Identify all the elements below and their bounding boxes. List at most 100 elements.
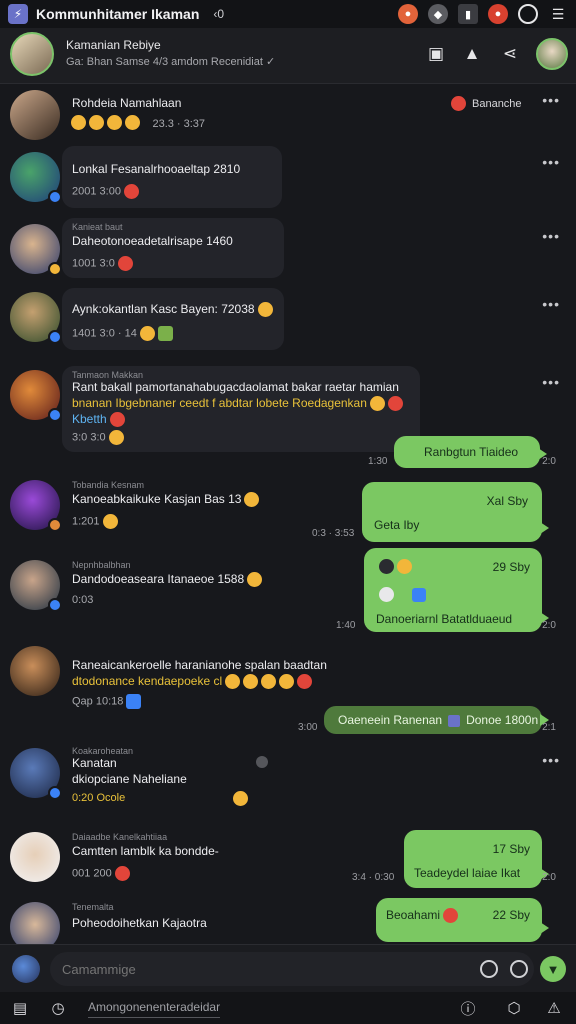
avatar[interactable] [10, 292, 62, 344]
tomato-icon[interactable]: ● [398, 4, 418, 24]
more-icon[interactable]: ••• [542, 92, 560, 108]
message-input[interactable] [50, 952, 534, 986]
attachment-icons[interactable] [376, 586, 426, 604]
outgoing-bubble[interactable]: 17 Sby Teadeydel laiae Ikat [404, 830, 549, 888]
outgoing-bubble[interactable]: Xal Sby Geta Iby [362, 482, 549, 542]
send-button[interactable]: ▼ [540, 956, 566, 982]
status-badge [48, 262, 62, 276]
emoji-picker-icon[interactable] [480, 960, 498, 978]
more-icon[interactable]: ••• [542, 228, 560, 244]
sender-name: Daiaadbe Kanelkahtiiaa [72, 832, 168, 842]
message-bubble[interactable]: Nepnhbalbhan Dandodoeaseara Itanaeoe 158… [62, 556, 288, 616]
message-meta: 1001 3:0 [72, 256, 133, 271]
outgoing-bubble[interactable]: 29 Sby Danoeriarnl Batatlduaeud [364, 548, 549, 632]
avatar[interactable] [10, 560, 62, 612]
message-text: Poheodoihetkan Kajaotra [72, 916, 207, 930]
message-composer: ▼ [0, 944, 576, 992]
title-bar: ⚡ Kommunhitamer Ikaman ‹0 ● ◆ ▮ ● ☰ [0, 0, 576, 28]
emoji-icon [107, 115, 122, 131]
settings-icon[interactable]: ☰ [548, 4, 568, 24]
avatar[interactable] [10, 646, 60, 696]
message-text: Rant bakall pamortanahabugacdaolamat bak… [72, 380, 399, 394]
alert-icon[interactable]: ⚠ [544, 998, 564, 1018]
message-bubble[interactable]: Daiaadbe Kanelkahtiiaa Camtten lamblk ka… [62, 828, 262, 888]
verified-badge [48, 598, 62, 612]
outgoing-bubble[interactable]: Ranbgtun Tiaideo [394, 436, 547, 468]
avatar[interactable] [10, 224, 62, 276]
reaction-badge[interactable]: Bananche [448, 96, 522, 111]
attach-icon[interactable] [510, 960, 528, 978]
message-text: 17 Sby [492, 842, 530, 856]
message-text: Camtten lamblk ka bondde- [72, 844, 219, 858]
message-meta: 1401 3:0 · 14 [72, 326, 173, 341]
emoji-reactions[interactable]: 23.3 · 3:37 [68, 114, 205, 132]
emoji-icon [125, 115, 140, 131]
message-text-link[interactable]: Kbetth [72, 412, 125, 428]
avatar[interactable] [10, 480, 62, 532]
avatar[interactable] [10, 832, 60, 882]
message-bubble[interactable]: Kanieat baut Daheotonoeadetalrisape 1460… [62, 218, 284, 278]
message-text: 22 Sby [492, 908, 530, 922]
message-text: Raneaicankeroelle haranianohe spalan baa… [72, 658, 327, 672]
message-bubble[interactable]: Rohdeia Namahlaan 23.3 · 3:37 [62, 88, 302, 138]
trash-icon[interactable]: ▮ [458, 4, 478, 24]
user-avatar[interactable] [12, 955, 40, 983]
app-title: Kommunhitamer Ikaman [36, 6, 200, 22]
message-meta: 23.3 · 3:37 [152, 118, 206, 130]
status-badge [48, 518, 62, 532]
message-bubble[interactable]: Tobandia Kesnam Kanoeabkaikuke Kasjan Ba… [62, 476, 288, 538]
message-text: Oaeneein Ranenan Donoe 1800n [338, 713, 539, 727]
more-icon[interactable]: ••• [542, 296, 560, 312]
message-time: 2:1 [542, 722, 556, 733]
message-text: dkiopciane Naheliane [72, 772, 187, 786]
search-icon[interactable] [518, 4, 538, 24]
message-time: 0:3 · 3:53 [312, 528, 355, 539]
outgoing-bubble[interactable]: Beoahami 22 Sby [376, 898, 549, 942]
message-time: 3:4 · 0:30 [352, 872, 395, 883]
red-face-icon[interactable]: ● [488, 4, 508, 24]
status-text[interactable]: Amongonenenteradeidar [88, 1000, 221, 1018]
message-bubble[interactable]: Tenemalta Poheodoihetkan Kajaotra [62, 898, 262, 944]
shield-icon[interactable]: ⬡ [504, 998, 524, 1018]
shield-icon[interactable]: ◆ [428, 4, 448, 24]
app-icon: ⚡ [8, 4, 28, 24]
message-bubble[interactable]: Raneaicankeroelle haranianohe spalan baa… [62, 642, 352, 712]
message-time: 2:0 [542, 620, 556, 631]
outgoing-bubble[interactable]: Oaeneein Ranenan Donoe 1800n [324, 706, 549, 734]
chat-header: Kamanian Rebiye Ga: Bhan Samse 4/3 amdom… [0, 28, 576, 84]
info-icon[interactable]: ⓘ [458, 998, 478, 1018]
window-icon[interactable]: ▤ [10, 998, 30, 1018]
message-text: Daheotonoeadetalrisape 1460 [72, 234, 233, 248]
verified-badge [48, 190, 62, 204]
message-text: Geta Iby [374, 518, 420, 532]
share-icon[interactable]: ⋖ [498, 42, 522, 66]
more-icon[interactable]: ••• [542, 154, 560, 170]
avatar[interactable] [10, 748, 62, 800]
chat-avatar[interactable] [10, 32, 54, 76]
avatar[interactable] [10, 370, 62, 422]
message-text: Dandodoeaseara Itanaeoe 1588 [72, 572, 263, 588]
message-text: Teadeydel laiae Ikat [414, 866, 521, 880]
message-time: 3:00 [298, 722, 318, 733]
message-text: Aynk:okantlan Kasc Bayen: 72038 [72, 302, 273, 318]
message-bubble[interactable]: Tanmaon Makkan Rant bakall pamortanahabu… [62, 366, 420, 452]
emoji-icon [230, 790, 248, 808]
message-meta: 1:201 [72, 514, 118, 529]
more-icon[interactable]: ••• [542, 374, 560, 390]
chat-name: Kamanian Rebiye [66, 38, 161, 52]
avatar[interactable] [10, 152, 62, 204]
message-text: Ranbgtun Tiaideo [424, 445, 519, 459]
message-text-colored: bnanan Ibgebnaner ceedt f abdtar lobete … [72, 396, 403, 412]
message-bubble[interactable]: Lonkal Fesanalrhooaeltap 2810 2001 3:00 [62, 146, 282, 208]
verified-badge [48, 408, 62, 422]
save-icon[interactable]: ▣ [424, 42, 448, 66]
user-avatar[interactable] [536, 38, 568, 70]
clock-icon[interactable]: ◷ [48, 998, 68, 1018]
more-icon[interactable]: ••• [542, 752, 560, 768]
message-bubble[interactable]: Aynk:okantlan Kasc Bayen: 72038 1401 3:0… [62, 288, 284, 350]
message-meta: 0:03 [72, 594, 94, 606]
avatar[interactable] [10, 90, 60, 140]
bell-icon[interactable]: ▲ [460, 42, 484, 66]
message-meta: 0:20 Ocole [72, 792, 126, 804]
message-time: 1:40 [336, 620, 356, 631]
